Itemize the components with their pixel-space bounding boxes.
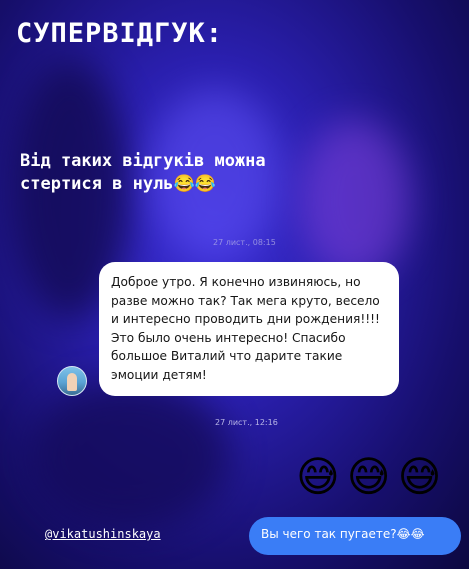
outgoing-message-bubble[interactable]: Вы чего так пугаете?😂😂	[249, 517, 461, 555]
story-title: СУПЕРВІДГУК:	[16, 18, 224, 49]
sweat-smile-emoji[interactable]: 😅	[296, 455, 340, 499]
avatar-figure-icon	[67, 373, 77, 391]
background-shadow	[30, 380, 230, 530]
background-light	[300, 120, 410, 280]
sender-avatar[interactable]	[57, 366, 87, 396]
message-timestamp-top: 27 лист., 08:15	[213, 238, 276, 247]
reaction-emoji-row: 😅 😅 😅	[296, 455, 448, 499]
sweat-smile-emoji[interactable]: 😅	[347, 455, 391, 499]
message-timestamp: 27 лист., 12:16	[215, 418, 278, 427]
story-caption: Від таких відгуків можна стертися в нуль…	[20, 151, 266, 194]
incoming-message-bubble[interactable]: Доброе утро. Я конечно извиняюсь, но раз…	[99, 262, 399, 396]
sweat-smile-emoji[interactable]: 😅	[398, 455, 442, 499]
username-tag[interactable]: @vikatushinskaya	[45, 527, 161, 541]
